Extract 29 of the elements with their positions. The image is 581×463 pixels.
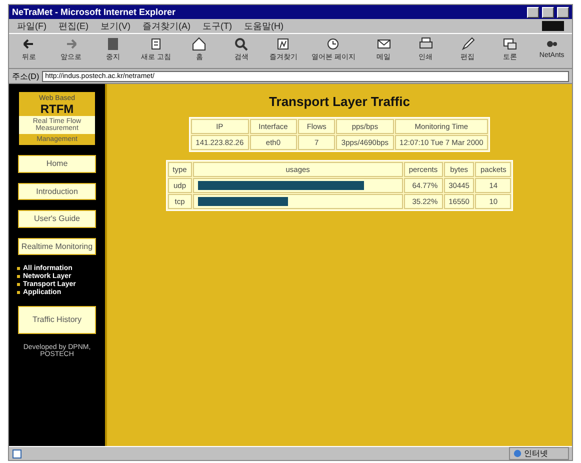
bullet-icon <box>17 275 20 278</box>
nav-button[interactable]: Realtime Monitoring <box>18 238 96 256</box>
zone-label: 인터넷 <box>524 448 548 459</box>
logo-title: RTFM <box>40 102 74 116</box>
menu-item[interactable]: 파일(F) <box>17 20 46 32</box>
menu-item[interactable]: 편집(E) <box>58 20 88 32</box>
close-button[interactable] <box>557 6 569 18</box>
history-icon <box>325 36 342 52</box>
minimize-button[interactable] <box>527 6 539 18</box>
globe-icon <box>513 449 522 458</box>
nav-button[interactable]: Home <box>18 155 96 173</box>
home-icon <box>191 36 208 52</box>
bullet-icon <box>17 291 20 294</box>
address-label: 주소(D) <box>12 70 40 82</box>
menu-item[interactable]: 도구(T) <box>202 20 232 32</box>
menu-item[interactable]: 보기(V) <box>100 20 130 32</box>
bullet-icon <box>17 267 20 270</box>
page-icon <box>12 448 22 458</box>
menu-item[interactable]: 즐겨찾기(A) <box>142 20 190 32</box>
nav-button[interactable]: Traffic History <box>18 306 96 334</box>
menu-item[interactable]: 도움말(H) <box>244 20 284 32</box>
search-icon <box>233 36 250 52</box>
nav-button[interactable]: User's Guide <box>18 210 96 228</box>
edit-icon <box>460 36 476 52</box>
window-title: NeTraMet - Microsoft Internet Explorer <box>12 7 177 17</box>
bullet-icon <box>17 283 20 286</box>
nav-button[interactable]: Introduction <box>18 182 96 200</box>
maximize-button[interactable] <box>542 6 554 18</box>
page-heading: Transport Layer Traffic <box>269 94 410 109</box>
